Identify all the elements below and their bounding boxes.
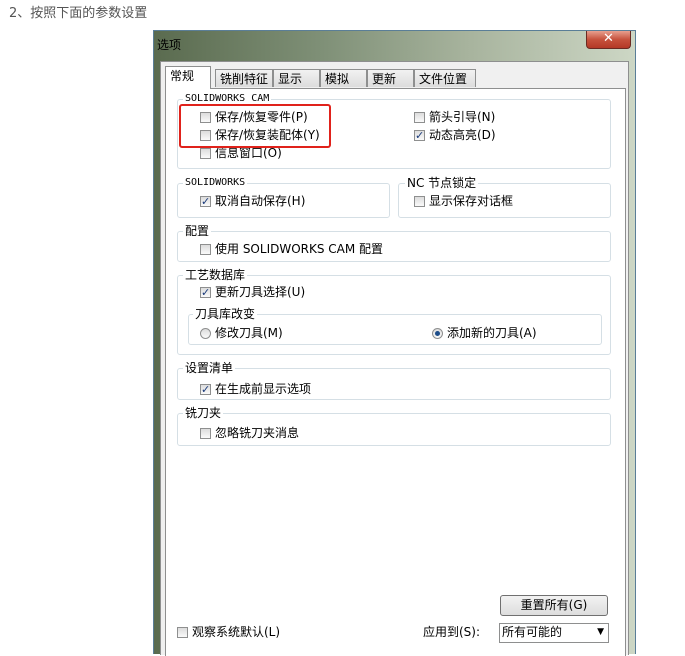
checkbox-box-checked bbox=[414, 128, 425, 144]
tab-simulation[interactable]: 模拟 bbox=[320, 69, 367, 87]
add-new-tool-label: 添加新的刀具(A) bbox=[447, 326, 537, 340]
apply-to-select[interactable]: 所有可能的 ▼ bbox=[499, 623, 609, 643]
use-config-checkbox[interactable]: 使用 SOLIDWORKS CAM 配置 bbox=[200, 241, 383, 257]
checkbox-box bbox=[414, 196, 425, 207]
show-before-gen-checkbox[interactable]: 在生成前显示选项 bbox=[200, 381, 312, 398]
radio-circle bbox=[200, 328, 211, 339]
ignore-chuck-msg-checkbox[interactable]: 忽略铣刀夹消息 bbox=[200, 425, 299, 441]
ignore-chuck-msg-label: 忽略铣刀夹消息 bbox=[215, 426, 300, 440]
group-tech-db-label: 工艺数据库 bbox=[183, 268, 248, 282]
group-tool-lib-label: 刀具库改变 bbox=[193, 307, 258, 321]
apply-to-value: 所有可能的 bbox=[502, 625, 563, 639]
modify-tool-label: 修改刀具(M) bbox=[215, 326, 283, 340]
checkbox-box bbox=[200, 244, 211, 255]
modify-tool-radio[interactable]: 修改刀具(M) bbox=[200, 325, 283, 341]
add-new-tool-radio[interactable]: 添加新的刀具(A) bbox=[432, 325, 537, 341]
chevron-down-icon: ▼ bbox=[597, 627, 604, 637]
dynamic-highlight-label: 动态高亮(D) bbox=[429, 128, 496, 142]
group-setup-list-label: 设置清单 bbox=[183, 361, 236, 375]
checkbox-box-checked bbox=[200, 194, 211, 210]
watch-default-label: 观察系统默认(L) bbox=[192, 625, 281, 639]
update-tool-selection-checkbox[interactable]: 更新刀具选择(U) bbox=[200, 284, 306, 301]
arrow-guide-checkbox[interactable]: 箭头引导(N) bbox=[414, 109, 495, 125]
group-config-label: 配置 bbox=[183, 224, 212, 238]
cancel-autosave-label: 取消自动保存(H) bbox=[215, 194, 306, 208]
checkbox-box-checked bbox=[200, 285, 211, 301]
show-before-gen-label: 在生成前显示选项 bbox=[215, 382, 312, 396]
watch-default-checkbox[interactable]: 观察系统默认(L) bbox=[177, 624, 280, 640]
dialog-title: 选项 bbox=[157, 38, 182, 52]
checkbox-box-checked bbox=[200, 382, 211, 398]
tab-display[interactable]: 显示 bbox=[273, 69, 320, 87]
group-nc-lock-label: NC 节点锁定 bbox=[405, 176, 479, 190]
instruction-caption: 2、按照下面的参数设置 bbox=[9, 6, 148, 21]
apply-to-label: 应用到(S): bbox=[423, 625, 481, 639]
arrow-guide-label: 箭头引导(N) bbox=[429, 110, 496, 124]
update-tool-selection-label: 更新刀具选择(U) bbox=[215, 285, 306, 299]
checkbox-box bbox=[200, 428, 211, 439]
info-window-label: 信息窗口(O) bbox=[215, 146, 282, 160]
tab-update[interactable]: 更新 bbox=[367, 69, 414, 87]
show-save-dialog-label: 显示保存对话框 bbox=[429, 194, 514, 208]
reset-all-button[interactable]: 重置所有(G) bbox=[500, 595, 608, 616]
close-icon: ✕ bbox=[603, 31, 614, 46]
tab-milling-features[interactable]: 铣削特征 bbox=[215, 69, 273, 87]
cancel-autosave-checkbox[interactable]: 取消自动保存(H) bbox=[200, 193, 306, 210]
tab-file-locations[interactable]: 文件位置 bbox=[414, 69, 476, 87]
highlight-annotation-box bbox=[179, 104, 331, 148]
checkbox-box bbox=[200, 148, 211, 159]
dynamic-highlight-checkbox[interactable]: 动态高亮(D) bbox=[414, 127, 496, 144]
group-chuck-label: 铣刀夹 bbox=[183, 406, 224, 420]
show-save-dialog-checkbox[interactable]: 显示保存对话框 bbox=[414, 193, 513, 209]
radio-circle-selected bbox=[432, 328, 443, 339]
checkbox-box bbox=[414, 112, 425, 123]
checkbox-box bbox=[177, 627, 188, 638]
use-config-label: 使用 SOLIDWORKS CAM 配置 bbox=[215, 242, 384, 256]
close-button[interactable]: ✕ bbox=[586, 31, 631, 49]
tab-general[interactable]: 常规 bbox=[165, 66, 211, 89]
group-solidworks-label: SOLIDWORKS bbox=[183, 176, 248, 190]
